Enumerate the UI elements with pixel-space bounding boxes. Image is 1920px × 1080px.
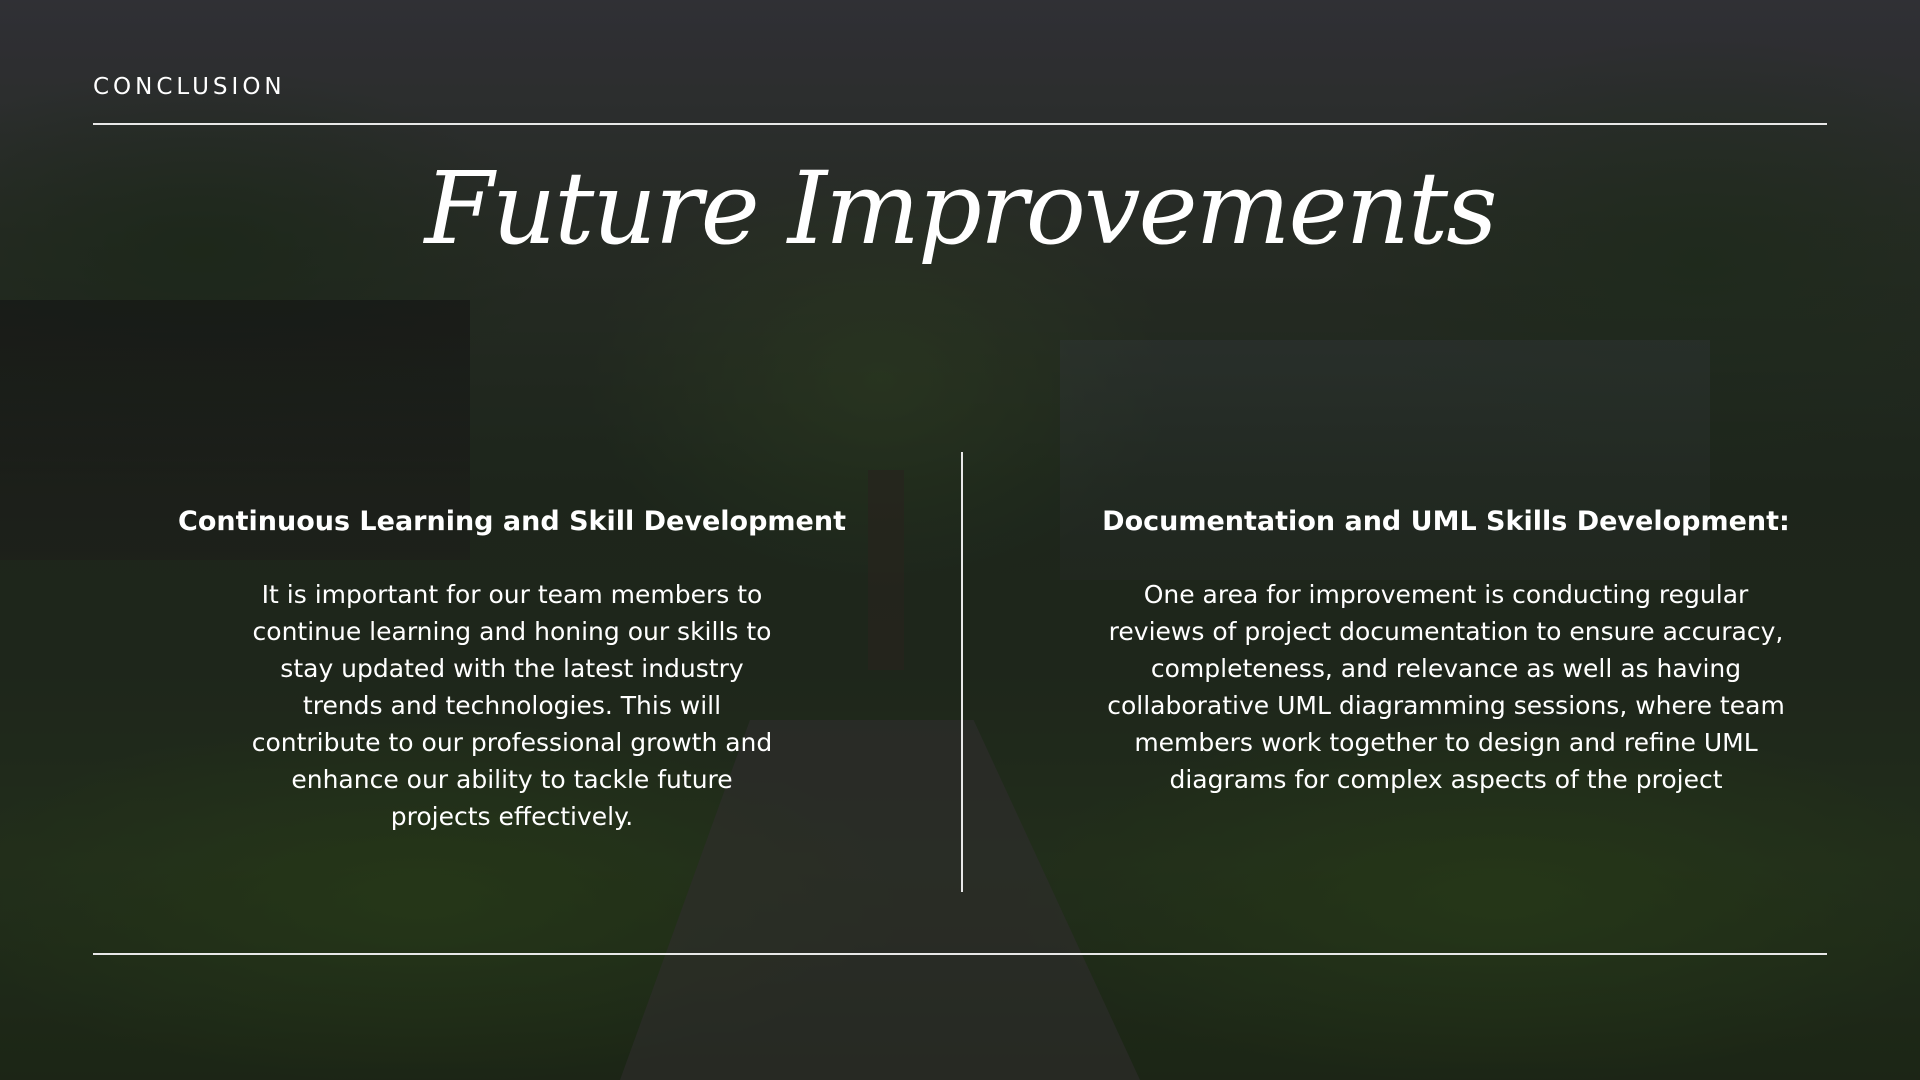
right-column-body: One area for improvement is conducting r… <box>1107 580 1785 794</box>
right-column-heading: Documentation and UML Skills Development… <box>1102 506 1790 537</box>
section-label: CONCLUSION <box>93 74 286 100</box>
vertical-divider <box>961 452 963 892</box>
top-divider-line <box>93 123 1827 125</box>
left-column-body: It is important for our team members to … <box>251 580 773 831</box>
slide-title: Future Improvements <box>424 150 1497 267</box>
bottom-divider-line <box>93 953 1827 955</box>
presentation-slide: CONCLUSION Future Improvements Continuou… <box>0 0 1920 1080</box>
left-column: Continuous Learning and Skill Developmen… <box>100 498 924 835</box>
right-column: Documentation and UML Skills Development… <box>1000 498 1892 798</box>
left-column-heading: Continuous Learning and Skill Developmen… <box>178 506 846 537</box>
